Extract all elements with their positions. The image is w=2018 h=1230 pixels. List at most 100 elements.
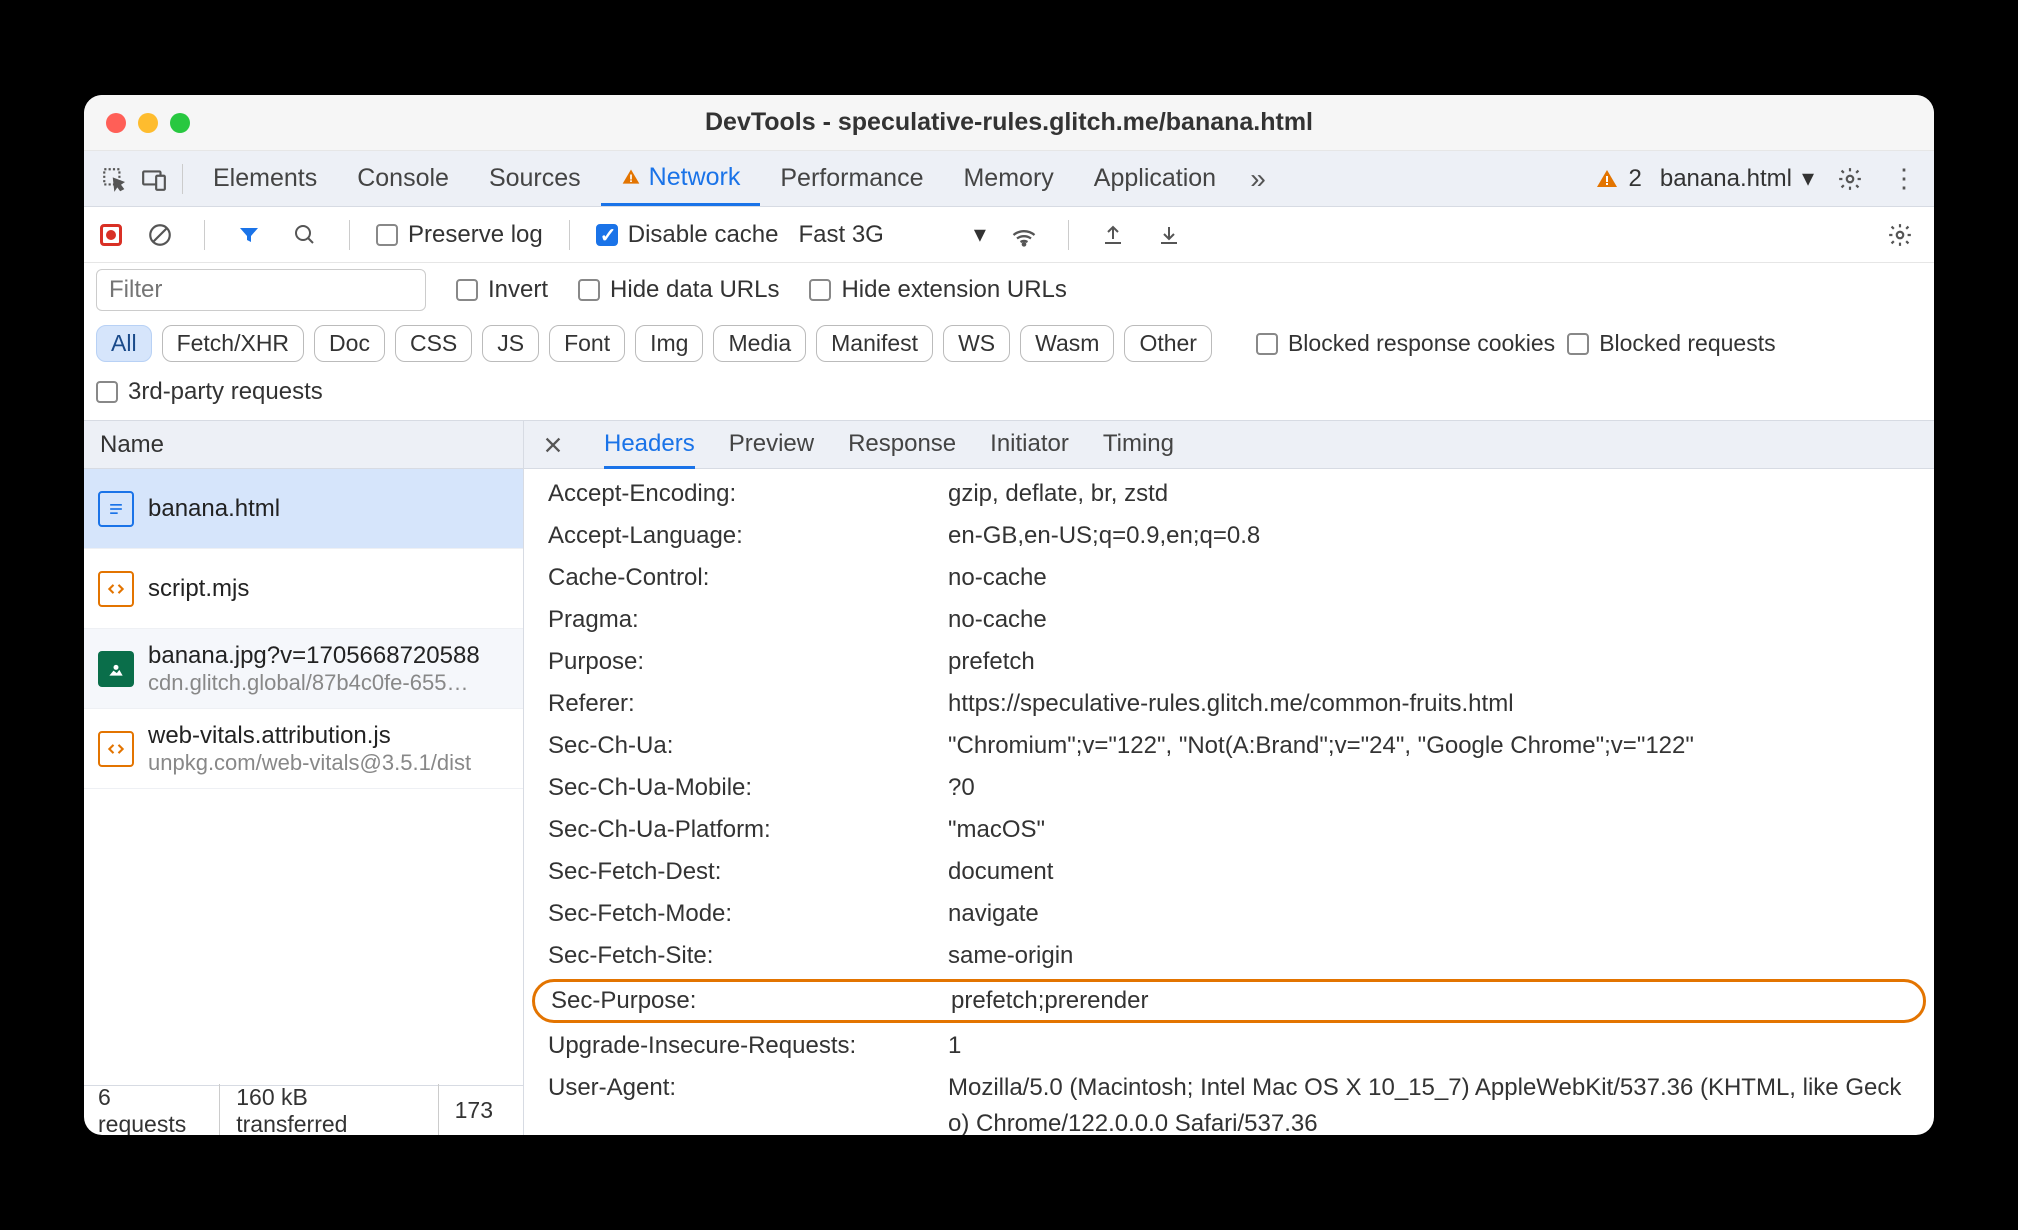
headers-list: Accept-Encoding:gzip, deflate, br, zstdA…	[524, 469, 1934, 1135]
request-list-pane: Name banana.html script.mjs banana.jpg?v=1…	[84, 421, 524, 1135]
document-icon	[98, 491, 134, 527]
header-row: Purpose:prefetch	[524, 641, 1934, 683]
tab-sources[interactable]: Sources	[469, 151, 601, 206]
hide-extension-urls-checkbox[interactable]: Hide extension URLs	[809, 276, 1066, 304]
throttling-select[interactable]: Fast 3G ▾	[798, 220, 985, 249]
issues-badge[interactable]: 2	[1595, 165, 1642, 193]
header-value: no-cache	[948, 602, 1910, 638]
header-row: Upgrade-Insecure-Requests:1	[524, 1025, 1934, 1067]
upload-har-icon[interactable]	[1095, 217, 1131, 253]
type-chip-other[interactable]: Other	[1124, 325, 1212, 362]
type-chip-manifest[interactable]: Manifest	[816, 325, 933, 362]
tab-console[interactable]: Console	[337, 151, 469, 206]
request-domain: cdn.glitch.global/87b4c0fe-655…	[148, 670, 480, 696]
device-toolbar-icon[interactable]	[136, 161, 172, 197]
type-filters: All Fetch/XHR Doc CSS JS Font Img Media Manifest…	[84, 317, 1934, 370]
kebab-menu-icon[interactable]: ⋮	[1886, 161, 1922, 197]
main-tabs: ElementsConsoleSourcesNetworkPerformance…	[84, 151, 1934, 207]
header-name: Referer:	[548, 686, 948, 722]
request-row[interactable]: banana.html	[84, 469, 523, 549]
header-value: gzip, deflate, br, zstd	[948, 476, 1910, 512]
header-value: ?0	[948, 770, 1910, 806]
blocked-cookies-checkbox[interactable]: Blocked response cookies	[1256, 330, 1555, 357]
header-value: https://speculative-rules.glitch.me/comm…	[948, 686, 1910, 722]
inspect-icon[interactable]	[96, 161, 132, 197]
header-name: User-Agent:	[548, 1070, 948, 1135]
request-row[interactable]: banana.jpg?v=1705668720588cdn.glitch.glo…	[84, 629, 523, 709]
header-value: navigate	[948, 896, 1910, 932]
detail-tab-headers[interactable]: Headers	[604, 430, 695, 469]
header-name: Accept-Encoding:	[548, 476, 948, 512]
invert-checkbox[interactable]: Invert	[456, 276, 548, 304]
detail-tab-timing[interactable]: Timing	[1103, 430, 1174, 459]
tab-application[interactable]: Application	[1074, 151, 1236, 206]
warning-count: 2	[1629, 165, 1642, 193]
header-name: Sec-Ch-Ua-Platform:	[548, 812, 948, 848]
blocked-requests-checkbox[interactable]: Blocked requests	[1567, 330, 1775, 357]
request-list: banana.html script.mjs banana.jpg?v=170566…	[84, 469, 523, 1085]
warning-icon	[621, 167, 641, 187]
header-row: Pragma:no-cache	[524, 599, 1934, 641]
filter-bar: Invert Hide data URLs Hide extension URL…	[84, 263, 1934, 317]
detail-tab-initiator[interactable]: Initiator	[990, 430, 1069, 459]
header-row: Sec-Fetch-Mode:navigate	[524, 893, 1934, 935]
close-window-button[interactable]	[106, 113, 126, 133]
type-chip-ws[interactable]: WS	[943, 325, 1010, 362]
type-chip-img[interactable]: Img	[635, 325, 703, 362]
name-column-header[interactable]: Name	[84, 421, 523, 469]
header-name: Purpose:	[548, 644, 948, 680]
script-icon	[98, 731, 134, 767]
filter-icon[interactable]	[231, 217, 267, 253]
header-name: Cache-Control:	[548, 560, 948, 596]
request-name: web-vitals.attribution.js	[148, 722, 471, 750]
tab-elements[interactable]: Elements	[193, 151, 337, 206]
settings-gear-icon[interactable]	[1832, 161, 1868, 197]
header-name: Sec-Ch-Ua:	[548, 728, 948, 764]
type-chip-doc[interactable]: Doc	[314, 325, 385, 362]
header-row: Sec-Purpose:prefetch;prerender	[532, 979, 1926, 1023]
header-name: Upgrade-Insecure-Requests:	[548, 1028, 948, 1064]
record-button[interactable]	[100, 224, 122, 246]
header-row: Sec-Fetch-Dest:document	[524, 851, 1934, 893]
header-name: Sec-Purpose:	[551, 983, 951, 1019]
close-detail-icon[interactable]	[542, 434, 564, 456]
header-value: Mozilla/5.0 (Macintosh; Intel Mac OS X 1…	[948, 1070, 1910, 1135]
network-conditions-icon[interactable]	[1006, 217, 1042, 253]
filter-input[interactable]	[96, 269, 426, 311]
header-value: document	[948, 854, 1910, 890]
download-har-icon[interactable]	[1151, 217, 1187, 253]
search-icon[interactable]	[287, 217, 323, 253]
detail-tab-response[interactable]: Response	[848, 430, 956, 459]
panel-settings-gear-icon[interactable]	[1882, 217, 1918, 253]
type-chip-js[interactable]: JS	[482, 325, 539, 362]
tab-performance[interactable]: Performance	[760, 151, 943, 206]
maximize-window-button[interactable]	[170, 113, 190, 133]
tab-memory[interactable]: Memory	[943, 151, 1073, 206]
header-value: no-cache	[948, 560, 1910, 596]
tab-network[interactable]: Network	[601, 151, 761, 206]
type-chip-fetchxhr[interactable]: Fetch/XHR	[162, 325, 304, 362]
type-chip-media[interactable]: Media	[713, 325, 806, 362]
request-name: script.mjs	[148, 575, 249, 603]
third-party-checkbox[interactable]: 3rd-party requests	[96, 378, 1922, 406]
preserve-log-checkbox[interactable]: Preserve log	[376, 221, 543, 249]
type-chip-wasm[interactable]: Wasm	[1020, 325, 1114, 362]
header-name: Sec-Fetch-Dest:	[548, 854, 948, 890]
type-chip-all[interactable]: All	[96, 325, 152, 362]
chevron-down-icon: ▾	[974, 220, 986, 249]
image-icon	[98, 651, 134, 687]
disable-cache-checkbox[interactable]: Disable cache	[596, 221, 779, 249]
chevron-down-icon: ▾	[1802, 164, 1814, 193]
request-row[interactable]: web-vitals.attribution.jsunpkg.com/web-v…	[84, 709, 523, 789]
type-chip-css[interactable]: CSS	[395, 325, 472, 362]
request-row[interactable]: script.mjs	[84, 549, 523, 629]
context-selector[interactable]: banana.html ▾	[1660, 164, 1814, 193]
header-row: Accept-Language:en-GB,en-US;q=0.9,en;q=0…	[524, 515, 1934, 557]
type-chip-font[interactable]: Font	[549, 325, 625, 362]
header-name: Sec-Fetch-Mode:	[548, 896, 948, 932]
more-tabs-icon[interactable]: »	[1240, 161, 1276, 197]
hide-data-urls-checkbox[interactable]: Hide data URLs	[578, 276, 779, 304]
minimize-window-button[interactable]	[138, 113, 158, 133]
detail-tab-preview[interactable]: Preview	[729, 430, 814, 459]
clear-button[interactable]	[142, 217, 178, 253]
